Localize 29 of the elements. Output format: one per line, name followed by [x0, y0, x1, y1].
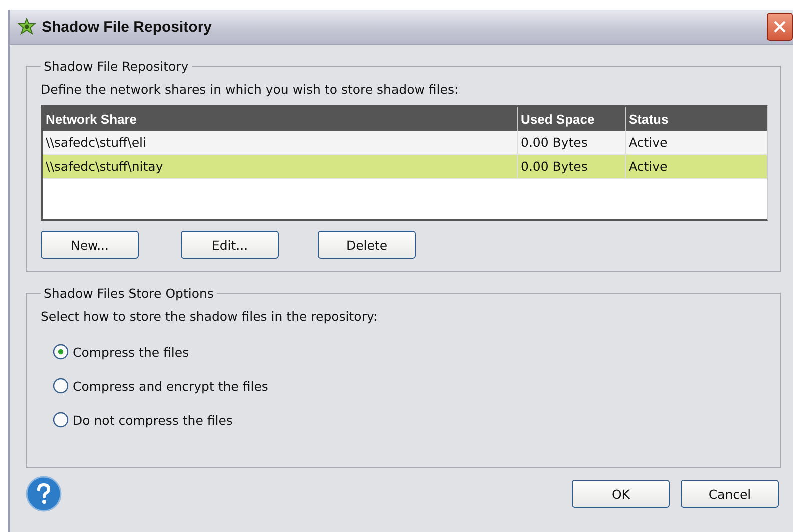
table-cell: Active	[625, 155, 767, 178]
table-cell: Active	[625, 131, 767, 154]
group-title: Shadow File Repository	[43, 59, 190, 74]
table-cell: 0.00 Bytes	[517, 131, 625, 154]
radio-button[interactable]	[53, 412, 69, 428]
dialog-button[interactable]: OK	[572, 480, 670, 508]
action-button[interactable]: Delete	[318, 231, 416, 259]
action-button[interactable]: New...	[41, 231, 139, 259]
group-title: Shadow Files Store Options	[43, 286, 215, 301]
table-cell-text: \\safedc\stuff\eli	[45, 134, 148, 152]
star-icon	[18, 18, 36, 36]
description-text: Define the network shares in which you wish to store shadow files:	[41, 82, 460, 97]
window-title: Shadow File Repository	[42, 18, 214, 36]
radio-button[interactable]	[53, 378, 69, 394]
radio-label[interactable]: Compress the files	[73, 344, 190, 360]
close-button[interactable]	[767, 13, 793, 41]
dialog-button[interactable]: Cancel	[681, 480, 779, 508]
table-row[interactable]: \\safedc\stuff\eli 0.00 Bytes Active	[43, 131, 767, 155]
radio-label[interactable]: Do not compress the files	[73, 412, 233, 428]
radio-button[interactable]	[53, 344, 69, 360]
table-cell: 0.00 Bytes	[517, 155, 625, 178]
table-cell-text: \\safedc\stuff\nitay	[45, 158, 164, 176]
radio-label[interactable]: Compress and encrypt the files	[73, 378, 268, 394]
column-header[interactable]: Network Share	[43, 107, 517, 131]
action-button[interactable]: Edit...	[181, 231, 279, 259]
close-icon	[773, 20, 787, 34]
table-row[interactable]: \\safedc\stuff\nitay 0.00 Bytes Active	[43, 155, 767, 179]
description-text: Select how to store the shadow files in the repository:	[41, 309, 379, 324]
help-icon[interactable]	[26, 476, 62, 512]
